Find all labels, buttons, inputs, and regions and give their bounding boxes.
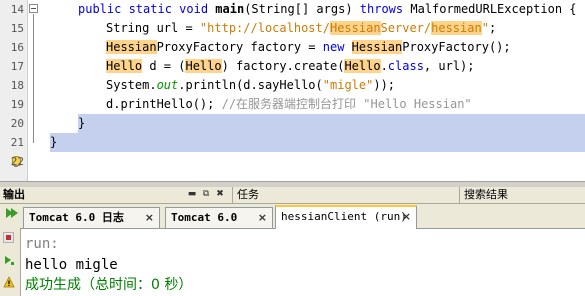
restore-icon[interactable]: ⧉ (200, 189, 212, 200)
close-tab-icon[interactable]: × (258, 208, 267, 228)
code-line-19[interactable]: 19 d.printHello(); //在服务器端控制台打印 "Hello H… (0, 95, 585, 114)
code-text: System.out.println(d.sayHello("migle")); (106, 78, 396, 92)
code-text: Hello d = (Hello) factory.create(Hello.c… (106, 59, 475, 73)
code-text: HessianProxyFactory factory = new Hessia… (106, 40, 511, 54)
code-line-21[interactable]: 21 } (0, 133, 585, 152)
line-number: 19 (10, 98, 24, 111)
rerun-with-params-icon[interactable] (3, 254, 15, 266)
line-number: 22 (10, 155, 24, 168)
selection-highlight (78, 114, 585, 133)
close-icon[interactable]: ✖ (214, 189, 226, 200)
code-text: d.printHello(); //在服务器端控制台打印 "Hello Hess… (106, 97, 472, 111)
code-text: } (50, 135, 58, 149)
bottom-panel-headers: 输出 ▬ ⧉ ✖ 任务 搜索结果 (0, 187, 585, 204)
output-panel-title[interactable]: 输出 (3, 187, 25, 203)
output-toolbar (0, 204, 21, 296)
minimize-icon[interactable]: ▬ (186, 189, 198, 200)
console-line-output: hello migle (25, 257, 118, 273)
code-line-20[interactable]: 20 } (0, 114, 585, 133)
code-editor[interactable]: 14 public static void main(String[] args… (0, 0, 585, 181)
console-line-run: run: (25, 236, 59, 252)
tab-hessian-client-run[interactable]: hessianClient (run) × (275, 205, 417, 229)
close-tab-icon[interactable]: × (402, 207, 411, 227)
code-line-18[interactable]: 18 System.out.println(d.sayHello("migle"… (0, 76, 585, 95)
output-tabs: Tomcat 6.0 日志 × Tomcat 6.0 × hessianClie… (20, 204, 585, 229)
rerun-icon[interactable] (3, 204, 18, 218)
close-tab-icon[interactable]: × (145, 208, 154, 228)
code-line-17[interactable]: 17 Hello d = (Hello) factory.create(Hell… (0, 57, 585, 76)
line-number: 21 (10, 136, 24, 149)
line-number: 14 (10, 3, 24, 16)
tab-tomcat[interactable]: Tomcat 6.0 × (165, 207, 273, 228)
line-number: 20 (10, 117, 24, 130)
code-line-14[interactable]: 14 public static void main(String[] args… (0, 0, 585, 19)
warnings-icon[interactable] (3, 276, 15, 288)
stop-icon[interactable] (3, 232, 14, 243)
line-number: 16 (10, 41, 24, 54)
code-text: } (78, 116, 86, 130)
code-line-22[interactable]: 22 (0, 152, 585, 171)
line-number: 15 (10, 22, 24, 35)
code-text: public static void main(String[] args) t… (78, 2, 577, 16)
line-number: 17 (10, 60, 24, 73)
fold-guide-end (33, 133, 34, 143)
code-line-15[interactable]: 15 String url = "http://localhost/Hessia… (0, 19, 585, 38)
code-line-16[interactable]: 16 HessianProxyFactory factory = new Hes… (0, 38, 585, 57)
code-text: String url = "http://localhost/HessianSe… (106, 21, 497, 35)
search-results-panel-title[interactable]: 搜索结果 (459, 187, 508, 203)
line-number: 18 (10, 79, 24, 92)
tasks-panel-title[interactable]: 任务 (232, 187, 259, 203)
console-line-build-status: 成功生成（总时间：0 秒） (25, 277, 193, 293)
selection-highlight (50, 133, 585, 152)
output-console[interactable]: run: hello migle 成功生成（总时间：0 秒） (21, 229, 585, 296)
tab-tomcat-log[interactable]: Tomcat 6.0 日志 × (23, 207, 160, 228)
fold-collapse-icon[interactable] (29, 4, 38, 13)
